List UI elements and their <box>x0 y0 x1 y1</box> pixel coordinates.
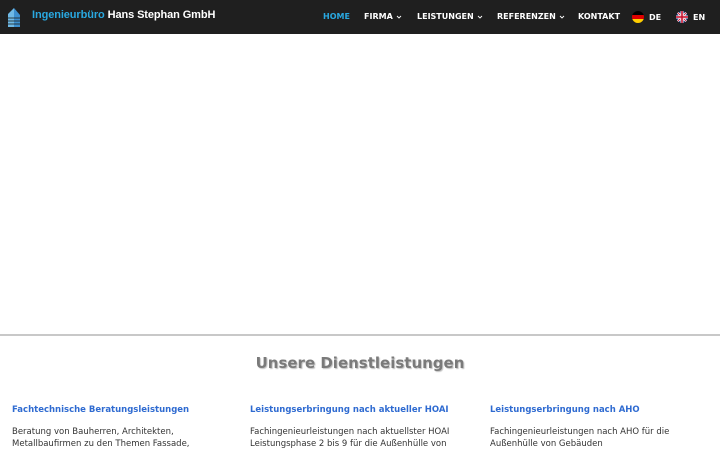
uk-flag-icon <box>676 11 688 23</box>
service-text-line: Beratung von Bauherren, Architekten, <box>12 427 174 437</box>
company-name-logo[interactable]: Ingenieurbüro Hans Stephan GmbH <box>32 9 215 21</box>
service-card-aho: Leistungserbringung nach AHO Fachingenie… <box>490 405 720 450</box>
nav-referenzen[interactable]: REFERENZEN <box>497 12 565 21</box>
service-text-line: Außenhülle von Gebäuden <box>490 439 603 449</box>
nav-leistungen[interactable]: LEISTUNGEN <box>417 12 483 21</box>
brand-part-company: Hans Stephan GmbH <box>104 9 216 21</box>
language-de-label: DE <box>649 12 662 22</box>
service-text-line: Metallbaufirmen zu den Themen Fassade, <box>12 439 190 449</box>
service-text-line: Leistungsphase 2 bis 9 für die Außenhüll… <box>250 439 447 449</box>
section-title: Unsere Dienstleistungen <box>255 354 465 372</box>
hero-area <box>0 34 720 334</box>
service-card-beratung: Fachtechnische Beratungsleistungen Berat… <box>12 405 242 450</box>
building-logo-icon[interactable] <box>6 5 22 29</box>
service-heading[interactable]: Fachtechnische Beratungsleistungen <box>12 405 242 415</box>
nav-home[interactable]: HOME <box>323 12 350 21</box>
service-description: Beratung von Bauherren, Architekten, Met… <box>12 426 242 450</box>
top-navigation-bar: Ingenieurbüro Hans Stephan GmbH HOME FIR… <box>0 0 720 34</box>
chevron-down-icon <box>477 15 483 19</box>
service-text-line: Fachingenieurleistungen nach AHO für die <box>490 427 670 437</box>
section-divider <box>0 334 720 336</box>
service-heading[interactable]: Leistungserbringung nach aktueller HOAI <box>250 405 480 415</box>
nav-home-label: HOME <box>323 12 350 21</box>
chevron-down-icon <box>559 15 565 19</box>
service-heading[interactable]: Leistungserbringung nach AHO <box>490 405 720 415</box>
nav-kontakt-label: KONTAKT <box>578 12 621 21</box>
brand-part-ingenieurbuero: Ingenieurbüro <box>32 9 105 21</box>
service-card-hoai: Leistungserbringung nach aktueller HOAI … <box>250 405 480 450</box>
german-flag-icon <box>632 11 644 23</box>
nav-leistungen-label: LEISTUNGEN <box>417 12 474 21</box>
nav-firma-label: FIRMA <box>364 12 393 21</box>
language-en[interactable]: EN <box>676 11 705 23</box>
service-description: Fachingenieurleistungen nach aktuellster… <box>250 426 480 450</box>
chevron-down-icon <box>396 15 402 19</box>
nav-referenzen-label: REFERENZEN <box>497 12 556 21</box>
nav-kontakt[interactable]: KONTAKT <box>578 12 620 21</box>
nav-firma[interactable]: FIRMA <box>364 12 402 21</box>
service-description: Fachingenieurleistungen nach AHO für die… <box>490 426 720 450</box>
service-text-line: Fachingenieurleistungen nach aktuellster… <box>250 427 450 437</box>
language-en-label: EN <box>693 12 706 22</box>
language-de[interactable]: DE <box>632 11 661 23</box>
